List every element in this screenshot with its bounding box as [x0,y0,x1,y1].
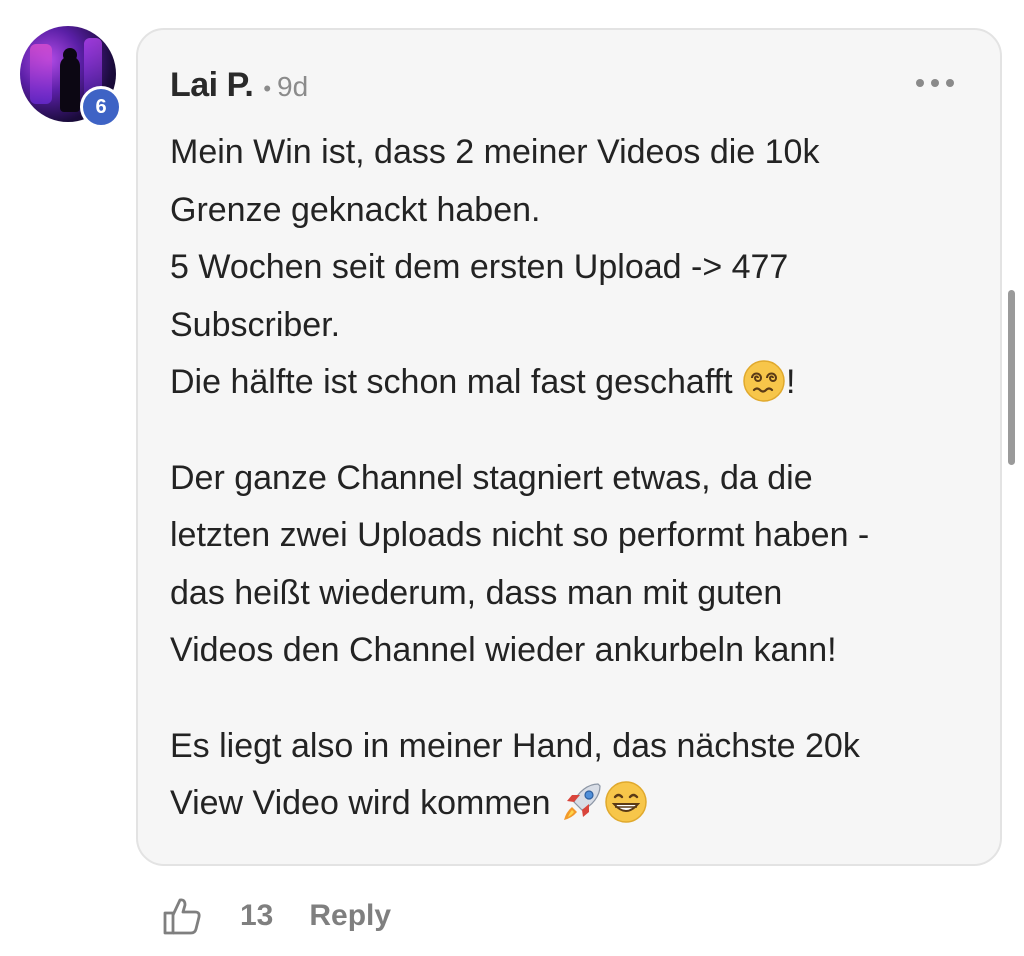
text-segment: Die hälfte ist schon mal fast geschafft [170,363,742,401]
text-line: View Video wird kommen [170,775,970,833]
rocket-emoji [563,783,601,821]
text-segment: ! [786,363,796,401]
text-line: Videos den Channel wieder ankurbeln kann… [170,631,837,669]
avatar-figure-body [60,56,80,112]
timestamp: 9d [277,71,309,102]
text-line: Grenze geknackt haben. [170,190,541,229]
text-segment: View Video wird kommen [170,784,560,822]
meta-separator: • [263,76,272,101]
thumbs-up-icon[interactable] [160,894,204,938]
grinning-face-emoji [605,781,647,823]
text-line: Der ganze Channel stagniert etwas, da di… [170,458,813,497]
scrollbar-thumb[interactable] [1008,290,1015,465]
comment-header: Lai P. • 9d [170,66,308,105]
text-line: Mein Win ist, dass 2 meiner Videos die 1… [170,133,820,171]
more-dot [946,79,954,87]
comment-paragraph-2: Der ganze Channel stagniert etwas, da di… [170,450,970,680]
comment-body: Mein Win ist, dass 2 meiner Videos die 1… [170,124,970,833]
text-line: Subscriber. [170,305,341,344]
comment-paragraph-3: Es liegt also in meiner Hand, das nächst… [170,718,970,833]
text-line: letzten zwei Uploads nicht so performt h… [170,516,870,554]
comment-card: Lai P. • 9d Mein Win ist, dass 2 meiner … [136,28,1002,866]
more-dot [916,79,924,87]
author-name[interactable]: Lai P. [170,66,254,105]
avatar-light-left [30,44,52,104]
text-line: Es liegt also in meiner Hand, das nächst… [170,726,860,765]
more-options-icon[interactable] [916,76,954,90]
level-badge: 6 [80,86,122,128]
reply-button[interactable]: Reply [309,899,391,933]
comment-actions: 13 Reply [160,886,391,946]
more-dot [931,79,939,87]
text-line: das heißt wiederum, dass man mit guten [170,573,783,612]
woozy-face-emoji [743,360,785,402]
comment-paragraph-1: Mein Win ist, dass 2 meiner Videos die 1… [170,124,970,412]
like-count: 13 [240,899,274,932]
text-line: Die hälfte ist schon mal fast geschafft … [170,354,970,412]
text-line: 5 Wochen seit dem ersten Upload -> 477 [170,248,789,286]
